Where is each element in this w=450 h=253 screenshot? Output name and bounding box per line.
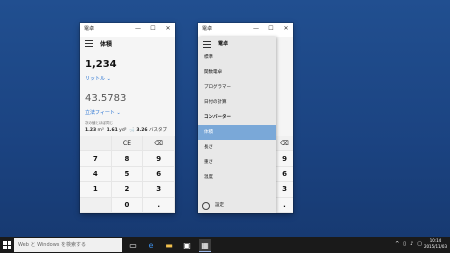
- hamburger-menu-icon[interactable]: [203, 41, 211, 50]
- key-5[interactable]: 5: [111, 166, 144, 183]
- menu-item-programmer[interactable]: プログラマー: [198, 80, 276, 95]
- title-bar[interactable]: 電卓 — ☐ ✕: [198, 23, 293, 37]
- key-decimal[interactable]: .: [143, 197, 175, 213]
- output-unit-dropdown[interactable]: 立法フィート ⌄: [85, 109, 121, 116]
- key-4[interactable]: 4: [80, 166, 112, 183]
- network-icon[interactable]: ▯: [403, 241, 406, 247]
- store-icon[interactable]: ▣: [181, 239, 193, 251]
- key-ce[interactable]: CE: [111, 136, 144, 152]
- menu-item-settings[interactable]: 設定: [198, 198, 276, 213]
- window-title: 電卓: [202, 26, 213, 32]
- mode-title: 体積: [100, 41, 113, 48]
- key-0[interactable]: 0: [111, 197, 144, 213]
- key-2[interactable]: 2: [111, 182, 144, 198]
- key-decimal[interactable]: .: [276, 197, 293, 213]
- approx-value: 1.61: [106, 128, 118, 133]
- approx-unit: バスタブ: [148, 128, 167, 133]
- key-8[interactable]: 8: [111, 151, 144, 167]
- key-backspace[interactable]: ⌫: [276, 136, 293, 152]
- key-6[interactable]: 6: [143, 166, 175, 183]
- notifications-icon[interactable]: ▢: [417, 241, 422, 247]
- chevron-down-icon: ⌄: [106, 76, 111, 82]
- menu-item-date-calculation[interactable]: 日付の計算: [198, 95, 276, 110]
- chevron-up-icon[interactable]: ^: [395, 241, 399, 247]
- approx-values: 1.23 m³ 1.61 yd³ 🛁 3.26 バスタブ: [85, 127, 167, 133]
- key-9[interactable]: 9: [276, 151, 293, 167]
- close-button[interactable]: ✕: [163, 25, 173, 33]
- windows-start-icon[interactable]: [3, 241, 11, 249]
- keypad-partial: ⌫ 9 6 3 .: [276, 136, 293, 213]
- output-unit-label: 立法フィート: [85, 110, 115, 116]
- menu-item-volume[interactable]: 体積: [198, 125, 276, 140]
- key-blank: [80, 136, 112, 152]
- maximize-button[interactable]: ☐: [148, 25, 158, 33]
- output-value[interactable]: 43.5783: [85, 93, 126, 104]
- key-1[interactable]: 1: [80, 182, 112, 198]
- clock-date: 2015/11/03: [423, 244, 447, 249]
- input-value[interactable]: 1,234: [85, 59, 117, 70]
- minimize-button[interactable]: —: [251, 25, 261, 33]
- approx-unit: m³: [97, 128, 104, 133]
- menu-item-length[interactable]: 長さ: [198, 140, 276, 155]
- calculator-window-volume[interactable]: 電卓 — ☐ ✕ 体積 1,234 リットル ⌄ 43.5783 立法フィート …: [80, 23, 175, 213]
- key-7[interactable]: 7: [80, 151, 112, 167]
- input-unit-label: リットル: [85, 76, 106, 82]
- menu-section-converter: コンバーター: [204, 115, 231, 120]
- menu-title: 電卓: [218, 41, 229, 47]
- menu-item-scientific[interactable]: 関数電卓: [198, 65, 276, 80]
- key-blank: [80, 197, 112, 213]
- chevron-down-icon: ⌄: [116, 110, 121, 116]
- approx-value: 3.26: [136, 128, 148, 133]
- calculator-window-menu[interactable]: 電卓 — ☐ ✕ ⌫ 9 6 3 . 電卓 標準 関数電卓 プログラマー 日付の…: [198, 23, 293, 213]
- settings-label: 設定: [215, 203, 224, 208]
- hamburger-menu-icon[interactable]: [85, 40, 93, 49]
- window-title: 電卓: [84, 26, 95, 32]
- key-3[interactable]: 3: [143, 182, 175, 198]
- taskbar: Web と Windows を検索する ▭ e ▬ ▣ ▦ ^ ▯ ♪ ▢ 10…: [0, 237, 450, 253]
- bathtub-icon: 🛁: [129, 128, 135, 133]
- gear-icon: [202, 201, 210, 210]
- key-backspace[interactable]: ⌫: [143, 136, 175, 152]
- key-9[interactable]: 9: [143, 151, 175, 167]
- task-view-icon[interactable]: ▭: [127, 239, 139, 251]
- close-button[interactable]: ✕: [281, 25, 291, 33]
- search-box[interactable]: Web と Windows を検索する: [14, 238, 122, 252]
- input-unit-dropdown[interactable]: リットル ⌄: [85, 75, 111, 82]
- edge-browser-icon[interactable]: e: [145, 239, 157, 251]
- approx-value: 1.23: [85, 128, 97, 133]
- approx-label: 次の値とほぼ同じ: [85, 121, 113, 125]
- key-6[interactable]: 6: [276, 166, 293, 183]
- menu-item-temperature[interactable]: 温度: [198, 170, 276, 185]
- menu-item-weight[interactable]: 重さ: [198, 155, 276, 170]
- approx-unit: yd³: [119, 128, 127, 133]
- menu-item-standard[interactable]: 標準: [198, 50, 276, 65]
- file-explorer-icon[interactable]: ▬: [163, 239, 175, 251]
- navigation-menu: 電卓 標準 関数電卓 プログラマー 日付の計算 コンバーター 体積 長さ 重さ …: [198, 37, 276, 213]
- search-placeholder: Web と Windows を検索する: [18, 242, 86, 248]
- maximize-button[interactable]: ☐: [266, 25, 276, 33]
- keypad: CE ⌫ 7 8 9 4 5 6 1 2 3 0 .: [80, 136, 175, 213]
- minimize-button[interactable]: —: [133, 25, 143, 33]
- calculator-app-icon[interactable]: ▦: [199, 239, 211, 252]
- clock[interactable]: 10:14 2015/11/03: [424, 238, 447, 250]
- title-bar[interactable]: 電卓 — ☐ ✕: [80, 23, 175, 37]
- key-3[interactable]: 3: [276, 182, 293, 198]
- volume-icon[interactable]: ♪: [410, 241, 413, 247]
